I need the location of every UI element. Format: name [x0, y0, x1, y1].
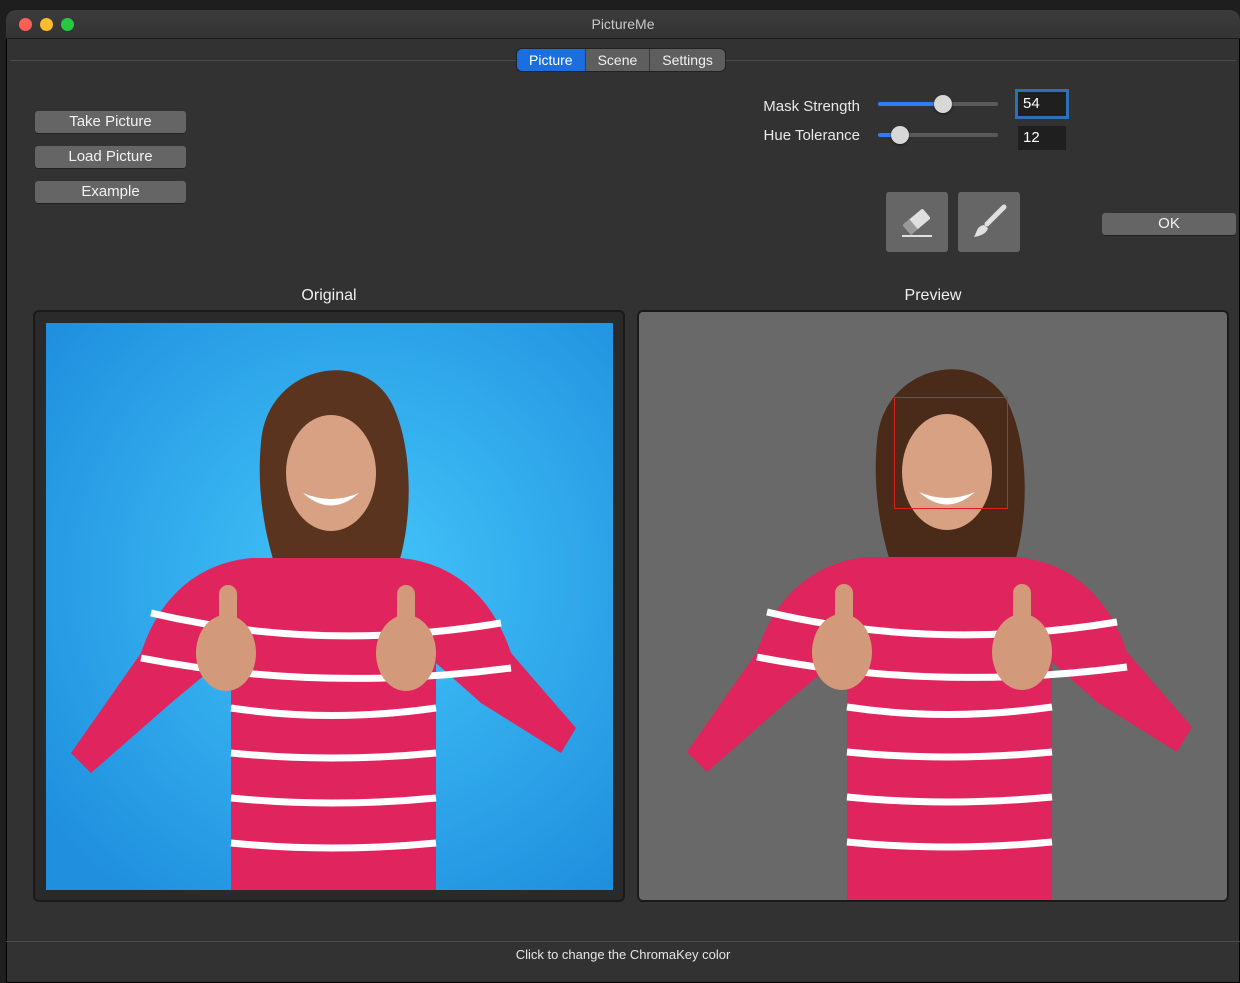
ok-button[interactable]: OK: [1102, 213, 1236, 235]
mask-strength-knob[interactable]: [933, 95, 952, 113]
face-detection-box: [894, 397, 1008, 509]
hue-tolerance-label: Hue Tolerance: [763, 127, 860, 144]
eraser-icon: [902, 209, 932, 237]
title-bar: PictureMe: [6, 10, 1240, 39]
tab-picture[interactable]: Picture: [517, 49, 586, 71]
take-picture-button[interactable]: Take Picture: [35, 111, 186, 133]
tab-bar: Picture Scene Settings: [517, 49, 725, 71]
preview-image-panel[interactable]: [637, 310, 1229, 902]
status-text[interactable]: Click to change the ChromaKey color: [6, 947, 1240, 962]
load-picture-button[interactable]: Load Picture: [35, 146, 186, 168]
hue-tolerance-knob[interactable]: [890, 126, 909, 144]
hue-tolerance-field[interactable]: 12: [1018, 126, 1066, 150]
brush-tool-button[interactable]: [958, 192, 1020, 252]
status-divider: [6, 941, 1240, 942]
app-window: PictureMe Picture Scene Settings Take Pi…: [6, 10, 1240, 983]
mask-strength-label: Mask Strength: [763, 98, 860, 115]
example-button[interactable]: Example: [35, 181, 186, 203]
tab-scene[interactable]: Scene: [585, 49, 651, 71]
original-label: Original: [301, 287, 357, 304]
hue-tolerance-slider[interactable]: [878, 126, 998, 144]
subject-figure: [46, 323, 613, 890]
window-title: PictureMe: [591, 16, 655, 32]
preview-label: Preview: [904, 287, 962, 304]
eraser-tool-button[interactable]: [886, 192, 948, 252]
original-photo[interactable]: [46, 323, 613, 890]
mask-strength-field[interactable]: 54: [1018, 92, 1066, 116]
brush-icon: [974, 204, 1007, 237]
original-image-panel[interactable]: [33, 310, 625, 902]
mask-strength-slider[interactable]: [878, 95, 998, 113]
tab-settings[interactable]: Settings: [650, 49, 725, 71]
